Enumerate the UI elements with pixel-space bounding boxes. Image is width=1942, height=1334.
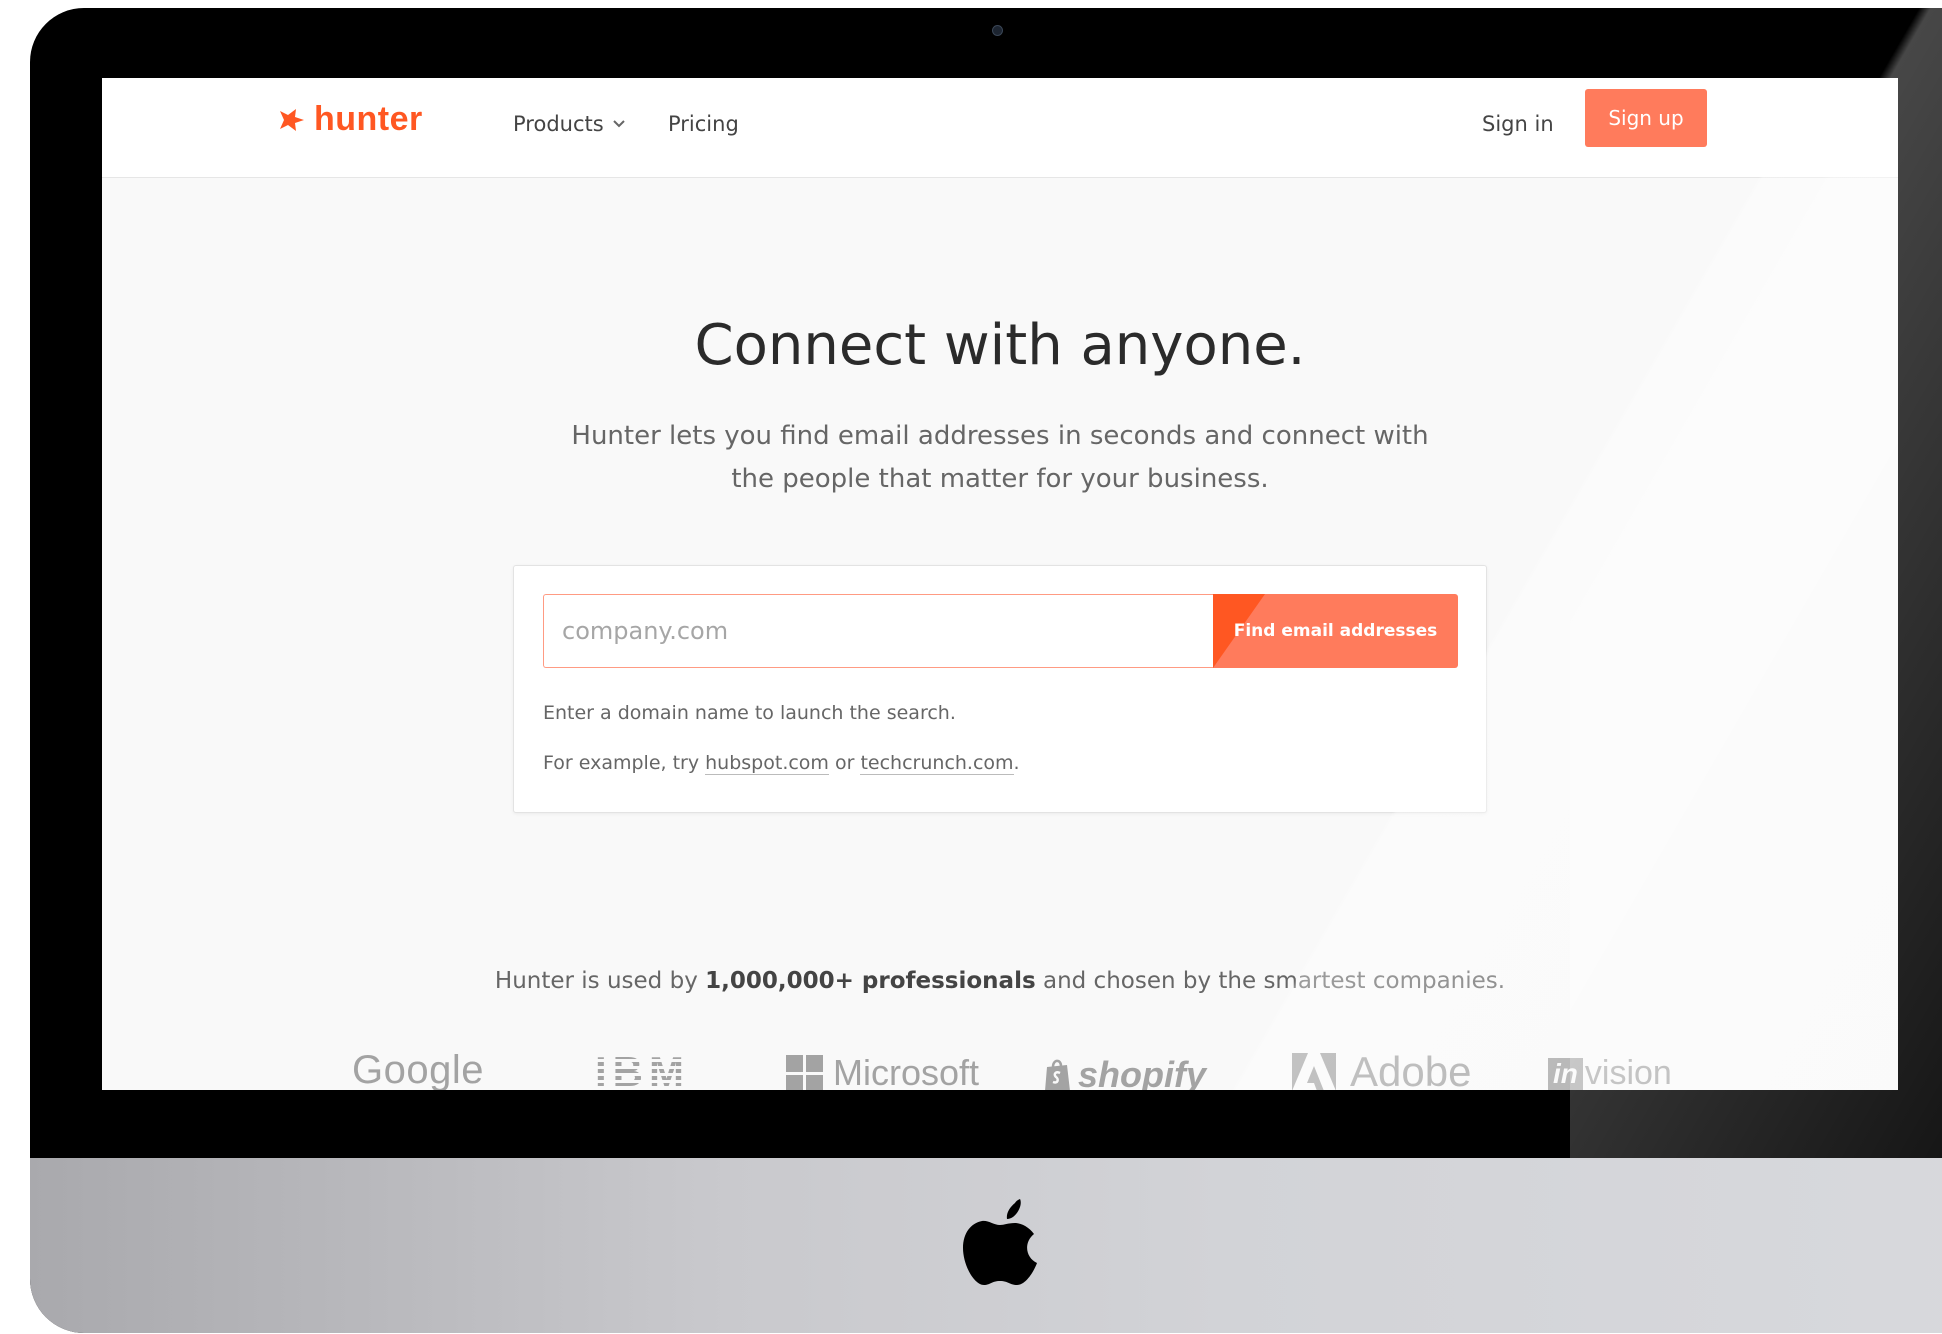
microsoft-grid-icon	[786, 1054, 823, 1090]
microsoft-logo: Microsoft	[786, 1052, 979, 1090]
example-link-hubspot[interactable]: hubspot.com	[705, 752, 829, 775]
example-prefix: For example, try	[543, 752, 700, 774]
search-example: For example, try hubspot.com or techcrun…	[543, 752, 1020, 775]
logo-wordmark: hunter	[314, 100, 423, 138]
find-email-addresses-button[interactable]: Find email addresses	[1213, 594, 1458, 668]
adobe-mark-icon	[1292, 1053, 1336, 1090]
example-join: or	[834, 752, 855, 774]
nav-products-label: Products	[513, 112, 604, 136]
find-email-addresses-label: Find email addresses	[1233, 621, 1438, 641]
proof-before: Hunter is used by	[494, 968, 698, 994]
nav-products-menu[interactable]: Products	[513, 112, 626, 136]
sign-in-link[interactable]: Sign in	[1482, 112, 1554, 136]
top-navigation: hunter Products Pricing Sign in Sign up	[102, 78, 1898, 178]
hero-title: Connect with anyone.	[694, 313, 1306, 378]
hero-subtitle: Hunter lets you find email addresses in …	[571, 421, 1429, 494]
ibm-logo: IBM	[595, 1048, 690, 1090]
invision-badge: in	[1548, 1057, 1583, 1090]
company-logos: Google IBM Microsoft shopify Adobe in vi…	[102, 1048, 1898, 1090]
invision-logo: in vision	[1548, 1054, 1672, 1090]
example-suffix: .	[1013, 752, 1020, 774]
chevron-down-icon	[612, 120, 625, 128]
apple-logo-icon	[963, 1199, 1037, 1285]
shopify-logo: shopify	[1042, 1054, 1206, 1090]
proof-highlight: 1,000,000+ professionals	[705, 968, 1036, 994]
nav-pricing-link[interactable]: Pricing	[668, 112, 739, 136]
hunter-fox-icon	[280, 108, 304, 131]
shopify-wordmark: shopify	[1078, 1054, 1207, 1090]
adobe-wordmark: Adobe	[1350, 1048, 1472, 1090]
domain-search-input[interactable]	[543, 594, 1213, 668]
adobe-logo: Adobe	[1292, 1048, 1471, 1090]
device-frame: hunter Products Pricing Sign in Sign up …	[30, 8, 1942, 1333]
shopify-bag-icon	[1045, 1059, 1070, 1090]
search-hint: Enter a domain name to launch the search…	[543, 702, 956, 724]
camera-icon	[992, 25, 1003, 36]
google-logo: Google	[352, 1048, 484, 1090]
invision-wordmark: vision	[1584, 1054, 1672, 1090]
social-proof-text: Hunter is used by 1,000,000+ professiona…	[102, 968, 1898, 994]
hunter-logo[interactable]: hunter	[276, 100, 423, 139]
proof-after: and chosen by the smartest companies.	[1042, 968, 1506, 994]
microsoft-wordmark: Microsoft	[833, 1052, 980, 1090]
browser-screen: hunter Products Pricing Sign in Sign up …	[102, 78, 1898, 1090]
example-link-techcrunch[interactable]: techcrunch.com	[860, 752, 1014, 775]
sign-up-button[interactable]: Sign up	[1585, 89, 1707, 147]
domain-search-card: Find email addresses Enter a domain name…	[513, 565, 1487, 813]
